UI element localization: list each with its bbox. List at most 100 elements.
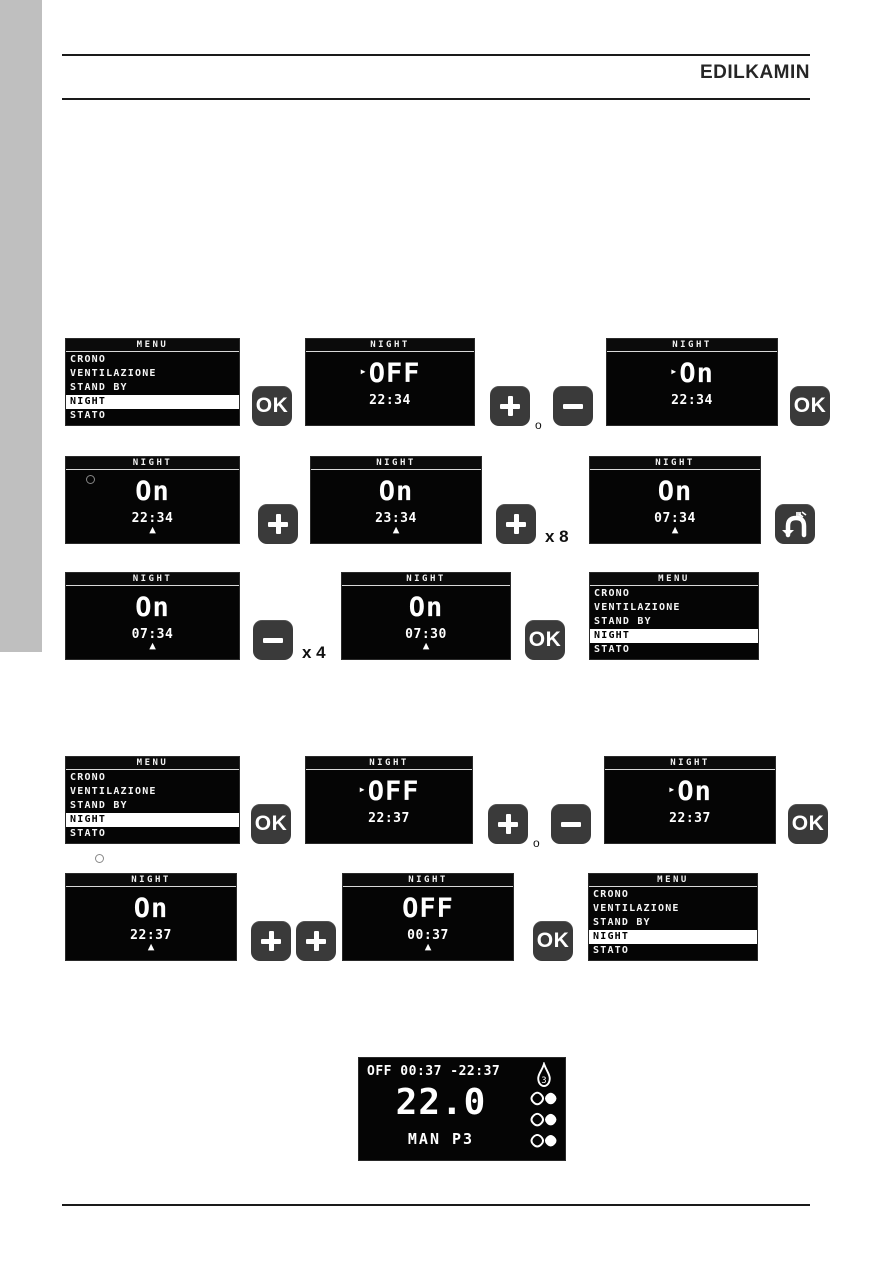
menu-item-standby[interactable]: STAND BY [66,381,239,395]
or-label: o [535,418,542,432]
night-value-text: On [133,893,169,924]
night-value: On [342,593,510,623]
night-value-text: On [408,592,444,623]
manual-page: EDILKAMIN MENU CRONO VENTILAZIONE STAND … [0,0,893,1263]
night-value-text: On [657,476,693,507]
night-value: On [66,477,239,507]
minus-button[interactable] [551,804,591,844]
ok-button[interactable]: OK [251,804,291,844]
menu-item-night[interactable]: NIGHT [589,930,757,944]
mode-power-label: MAN P3 [407,1130,475,1148]
caret-icon: ▸ [668,781,677,796]
menu-item-ventilazione[interactable]: VENTILAZIONE [66,367,239,381]
menu-list: CRONO VENTILAZIONE STAND BY NIGHT STATO [590,587,758,657]
menu-list: CRONO VENTILAZIONE STAND BY NIGHT STATO [589,888,757,958]
night-value: On [311,477,481,507]
lcd-title: NIGHT [66,573,239,586]
night-value: ▸OFF [306,359,474,390]
minus-icon [561,821,581,827]
menu-item-ventilazione[interactable]: VENTILAZIONE [589,902,757,916]
plus-icon [507,396,513,416]
plus-button[interactable] [258,504,298,544]
menu-screen-3: MENU CRONO VENTILAZIONE STAND BY NIGHT S… [65,756,240,844]
lcd-title: NIGHT [66,457,239,470]
menu-list: CRONO VENTILAZIONE STAND BY NIGHT STATO [66,353,239,423]
night-value: On [590,477,760,507]
back-button[interactable] [775,504,815,544]
ok-button[interactable]: OK [788,804,828,844]
menu-item-night[interactable]: NIGHT [590,629,758,643]
plus-icon [313,931,319,951]
minus-icon [563,403,583,409]
menu-item-ventilazione[interactable]: VENTILAZIONE [66,785,239,799]
fan-icon [530,1091,557,1106]
night-value: OFF [343,894,513,924]
or-label: o [533,836,540,850]
lcd-title: NIGHT [590,457,760,470]
menu-item-crono[interactable]: CRONO [589,888,757,902]
menu-item-crono[interactable]: CRONO [66,771,239,785]
ok-button[interactable]: OK [533,921,573,961]
plus-button[interactable] [488,804,528,844]
status-icon-column: 3 [527,1060,561,1156]
menu-item-stato[interactable]: STATO [590,643,758,657]
night-value: ▸On [605,777,775,808]
menu-item-night[interactable]: NIGHT [66,395,239,409]
night-screen-on-1: NIGHT ▸On 22:34 [606,338,778,426]
night-screen-off-3: NIGHT OFF 00:37 ▲ [342,873,514,961]
night-value: ▸On [607,359,777,390]
cursor-up-icon: ▲ [424,940,432,953]
cursor-up-icon: ▲ [671,523,679,536]
cursor-up-icon: ▲ [392,523,400,536]
menu-item-crono[interactable]: CRONO [66,353,239,367]
lcd-title: MENU [590,573,758,586]
minus-button[interactable] [253,620,293,660]
plus-icon [275,514,281,534]
menu-item-standby[interactable]: STAND BY [589,916,757,930]
menu-item-ventilazione[interactable]: VENTILAZIONE [590,601,758,615]
menu-item-standby[interactable]: STAND BY [66,799,239,813]
svg-text:3: 3 [541,1076,546,1086]
ok-button[interactable]: OK [790,386,830,426]
minus-button[interactable] [553,386,593,426]
menu-screen-2: MENU CRONO VENTILAZIONE STAND BY NIGHT S… [589,572,759,660]
header-rule-top [62,54,810,56]
menu-list: CRONO VENTILAZIONE STAND BY NIGHT STATO [66,771,239,841]
fan-icon [530,1134,557,1148]
repeat-count-label: x 8 [545,527,569,546]
lcd-title: NIGHT [342,573,510,586]
menu-item-stato[interactable]: STATO [66,827,239,841]
plus-button[interactable] [296,921,336,961]
night-value-text: On [378,476,414,507]
brand-logo-text: EDILKAMIN [699,62,810,83]
lcd-title: NIGHT [306,757,472,770]
menu-item-standby[interactable]: STAND BY [590,615,758,629]
menu-item-night[interactable]: NIGHT [66,813,239,827]
plus-button[interactable] [251,921,291,961]
night-screen-on-6: NIGHT On 07:30 ▲ [341,572,511,660]
caret-icon: ▸ [670,363,679,378]
night-screen-off-1: NIGHT ▸OFF 22:34 [305,338,475,426]
lcd-title: NIGHT [66,874,236,887]
night-value-text: On [135,476,170,507]
plus-icon [513,514,519,534]
ok-button[interactable]: OK [525,620,565,660]
night-value: On [66,593,239,623]
plus-button[interactable] [496,504,536,544]
temperature-value: 22.0 [395,1082,487,1123]
night-time: 22:34 [369,393,411,408]
brand-logo: EDILKAMIN [700,62,810,84]
plus-button[interactable] [490,386,530,426]
status-display: OFF 00:37 -22:37 22.0 MAN P3 3 [358,1057,566,1161]
night-time: 22:37 [669,811,711,826]
ok-button[interactable]: OK [252,386,292,426]
menu-item-stato[interactable]: STATO [589,944,757,958]
status-icons-svg: 3 [530,1060,557,1148]
night-screen-on-7: NIGHT ▸On 22:37 [604,756,776,844]
menu-screen-1: MENU CRONO VENTILAZIONE STAND BY NIGHT S… [65,338,240,426]
night-value: On [66,894,236,924]
menu-item-crono[interactable]: CRONO [590,587,758,601]
menu-item-stato[interactable]: STATO [66,409,239,423]
night-value-text: OFF [368,358,421,389]
night-time: 22:34 [671,393,713,408]
